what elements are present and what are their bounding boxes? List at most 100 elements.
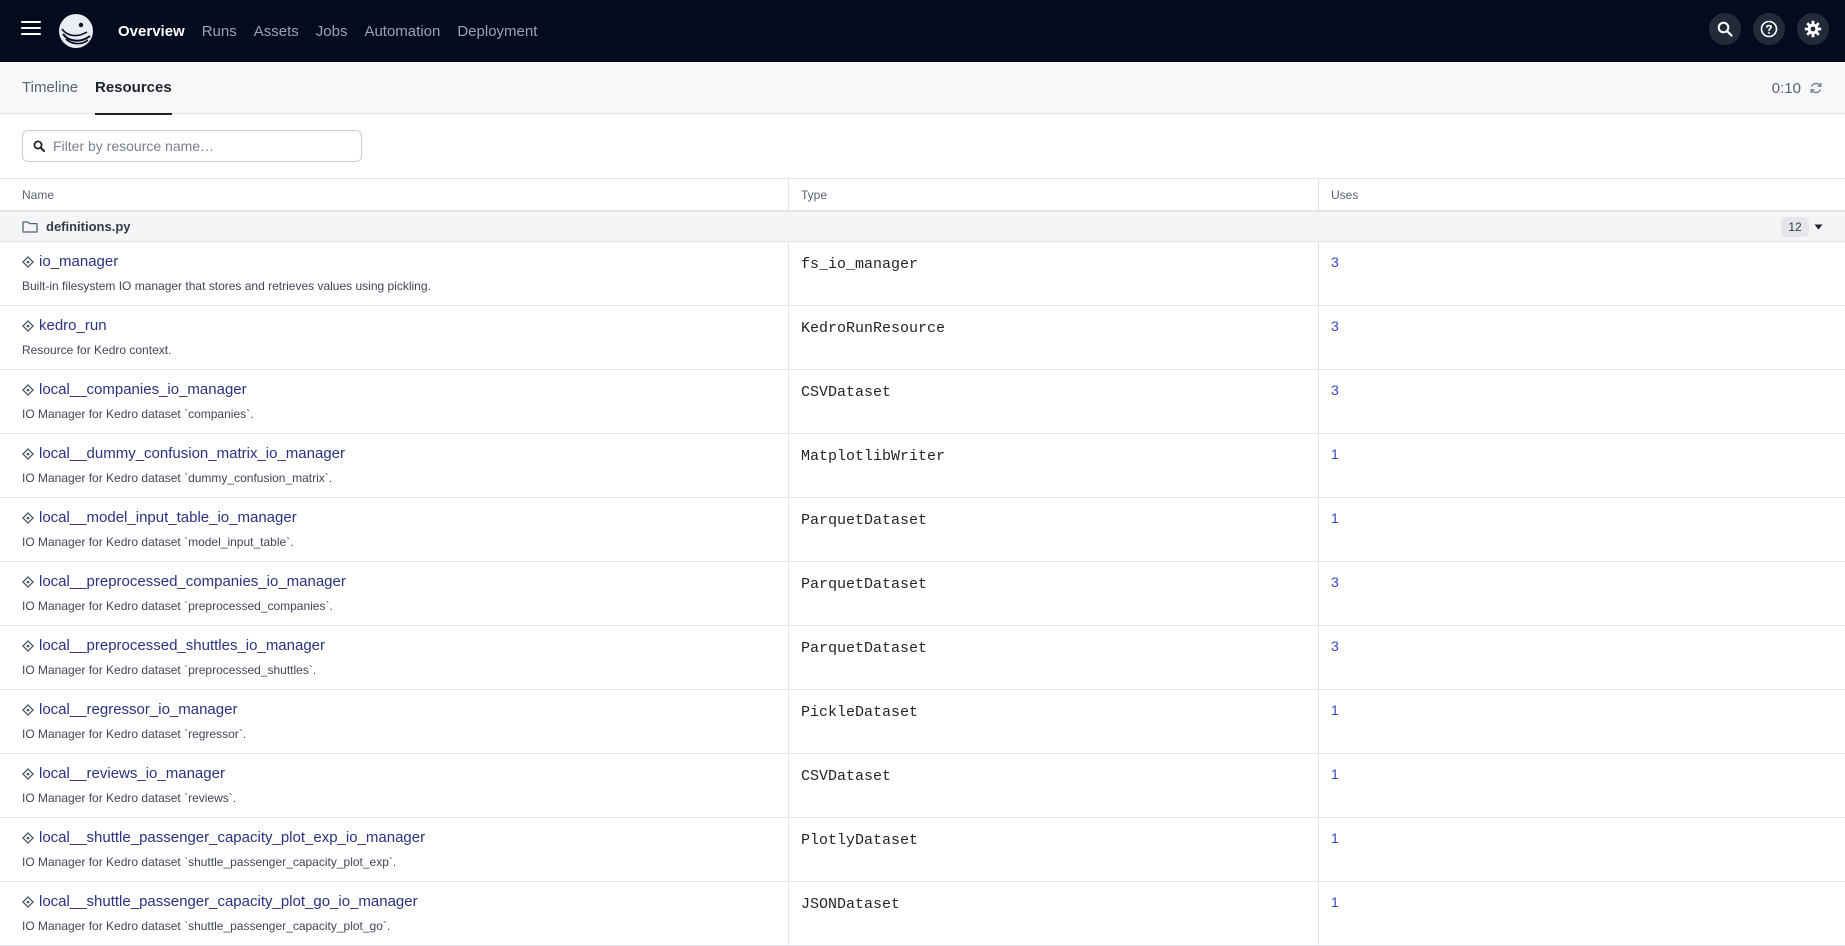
resource-link[interactable]: local__shuttle_passenger_capacity_plot_e…: [22, 829, 425, 846]
table-row: kedro_run Resource for Kedro context. Ke…: [0, 306, 1845, 370]
resource-type: CSVDataset: [801, 384, 892, 401]
resource-uses-link[interactable]: 3: [1331, 254, 1339, 270]
resource-name: kedro_run: [39, 317, 107, 334]
table-row: local__dummy_confusion_matrix_io_manager…: [0, 434, 1845, 498]
resource-uses-link[interactable]: 1: [1331, 830, 1339, 846]
resource-link[interactable]: local__regressor_io_manager: [22, 701, 237, 718]
resource-icon: [22, 255, 34, 268]
resource-description: Resource for Kedro context.: [22, 343, 172, 357]
uses-cell: 1: [1319, 882, 1845, 945]
resource-icon: [22, 639, 34, 652]
resources-table: Name Type Uses definitions.py 12 io_mana…: [0, 178, 1845, 946]
resource-filter-input[interactable]: [53, 138, 343, 154]
group-row-definitions[interactable]: definitions.py 12: [0, 212, 1845, 242]
uses-cell: 1: [1319, 434, 1845, 497]
resource-link[interactable]: local__reviews_io_manager: [22, 765, 225, 782]
resource-link[interactable]: local__companies_io_manager: [22, 381, 247, 398]
name-cell: io_manager Built-in filesystem IO manage…: [0, 242, 789, 305]
type-cell: ParquetDataset: [789, 626, 1319, 689]
folder-icon: [22, 221, 38, 233]
refresh-icon[interactable]: [1809, 81, 1823, 95]
resource-link[interactable]: local__dummy_confusion_matrix_io_manager: [22, 445, 345, 462]
nav-assets[interactable]: Assets: [254, 23, 299, 40]
type-cell: ParquetDataset: [789, 498, 1319, 561]
resource-description: IO Manager for Kedro dataset `model_inpu…: [22, 535, 294, 549]
uses-cell: 1: [1319, 818, 1845, 881]
tab-timeline[interactable]: Timeline: [22, 62, 78, 114]
resource-type: ParquetDataset: [801, 640, 928, 657]
resource-link[interactable]: local__preprocessed_companies_io_manager: [22, 573, 346, 590]
resource-uses-link[interactable]: 3: [1331, 574, 1339, 590]
uses-cell: 3: [1319, 306, 1845, 369]
column-header-type: Type: [789, 179, 1319, 210]
resource-name: local__model_input_table_io_manager: [39, 509, 297, 526]
resource-uses-link[interactable]: 1: [1331, 446, 1339, 462]
settings-button[interactable]: [1797, 13, 1829, 45]
refresh-timer[interactable]: 0:10: [1772, 62, 1823, 114]
name-cell: local__regressor_io_manager IO Manager f…: [0, 690, 789, 753]
resource-description: Built-in filesystem IO manager that stor…: [22, 279, 431, 293]
resource-uses-link[interactable]: 1: [1331, 766, 1339, 782]
resource-description: IO Manager for Kedro dataset `shuttle_pa…: [22, 919, 391, 933]
table-row: local__shuttle_passenger_capacity_plot_e…: [0, 818, 1845, 882]
resource-type: ParquetDataset: [801, 512, 928, 529]
caret-down-icon[interactable]: [1814, 224, 1823, 230]
resource-link[interactable]: io_manager: [22, 253, 118, 270]
resource-icon: [22, 831, 34, 844]
resource-name: local__regressor_io_manager: [39, 701, 238, 718]
resource-description: IO Manager for Kedro dataset `dummy_conf…: [22, 471, 333, 485]
tab-resources[interactable]: Resources: [95, 62, 172, 115]
uses-cell: 3: [1319, 562, 1845, 625]
uses-cell: 1: [1319, 690, 1845, 753]
resource-name: local__shuttle_passenger_capacity_plot_e…: [39, 829, 426, 846]
dagster-logo-icon[interactable]: [57, 12, 95, 50]
resource-uses-link[interactable]: 1: [1331, 510, 1339, 526]
resource-link[interactable]: kedro_run: [22, 317, 107, 334]
table-row: local__preprocessed_companies_io_manager…: [0, 562, 1845, 626]
name-cell: local__reviews_io_manager IO Manager for…: [0, 754, 789, 817]
table-row: local__regressor_io_manager IO Manager f…: [0, 690, 1845, 754]
menu-icon[interactable]: [21, 21, 41, 39]
column-header-name: Name: [0, 179, 789, 210]
resource-type: MatplotlibWriter: [801, 448, 946, 465]
name-cell: local__preprocessed_companies_io_manager…: [0, 562, 789, 625]
uses-cell: 1: [1319, 498, 1845, 561]
name-cell: local__shuttle_passenger_capacity_plot_g…: [0, 882, 789, 945]
nav-runs[interactable]: Runs: [202, 23, 237, 40]
group-count-badge: 12: [1781, 217, 1809, 237]
resource-description: IO Manager for Kedro dataset `reviews`.: [22, 791, 237, 805]
overview-subtabs: Timeline Resources 0:10: [0, 62, 1845, 115]
type-cell: ParquetDataset: [789, 562, 1319, 625]
resource-uses-link[interactable]: 3: [1331, 382, 1339, 398]
resource-link[interactable]: local__preprocessed_shuttles_io_manager: [22, 637, 325, 654]
resource-description: IO Manager for Kedro dataset `shuttle_pa…: [22, 855, 397, 869]
name-cell: local__shuttle_passenger_capacity_plot_e…: [0, 818, 789, 881]
nav-jobs[interactable]: Jobs: [316, 23, 348, 40]
search-icon: [1717, 21, 1733, 37]
resource-uses-link[interactable]: 3: [1331, 638, 1339, 654]
resource-icon: [22, 511, 34, 524]
resource-link[interactable]: local__model_input_table_io_manager: [22, 509, 297, 526]
resource-uses-link[interactable]: 1: [1331, 894, 1339, 910]
table-row: local__model_input_table_io_manager IO M…: [0, 498, 1845, 562]
resource-description: IO Manager for Kedro dataset `companies`…: [22, 407, 254, 421]
help-button[interactable]: [1753, 13, 1785, 45]
nav-automation[interactable]: Automation: [364, 23, 440, 40]
resource-icon: [22, 319, 34, 332]
resource-name: local__reviews_io_manager: [39, 765, 225, 782]
table-row: local__reviews_io_manager IO Manager for…: [0, 754, 1845, 818]
resource-name: local__preprocessed_companies_io_manager: [39, 573, 346, 590]
nav-overview[interactable]: Overview: [118, 23, 185, 40]
resource-description: IO Manager for Kedro dataset `preprocess…: [22, 663, 317, 677]
nav-deployment[interactable]: Deployment: [457, 23, 537, 40]
search-button[interactable]: [1709, 13, 1741, 45]
main-nav: Overview Runs Assets Jobs Automation Dep…: [118, 0, 554, 62]
uses-cell: 3: [1319, 626, 1845, 689]
gear-icon: [1804, 20, 1822, 38]
type-cell: CSVDataset: [789, 754, 1319, 817]
resource-uses-link[interactable]: 1: [1331, 702, 1339, 718]
resource-icon: [22, 575, 34, 588]
column-header-uses: Uses: [1331, 188, 1359, 202]
resource-link[interactable]: local__shuttle_passenger_capacity_plot_g…: [22, 893, 418, 910]
resource-uses-link[interactable]: 3: [1331, 318, 1339, 334]
